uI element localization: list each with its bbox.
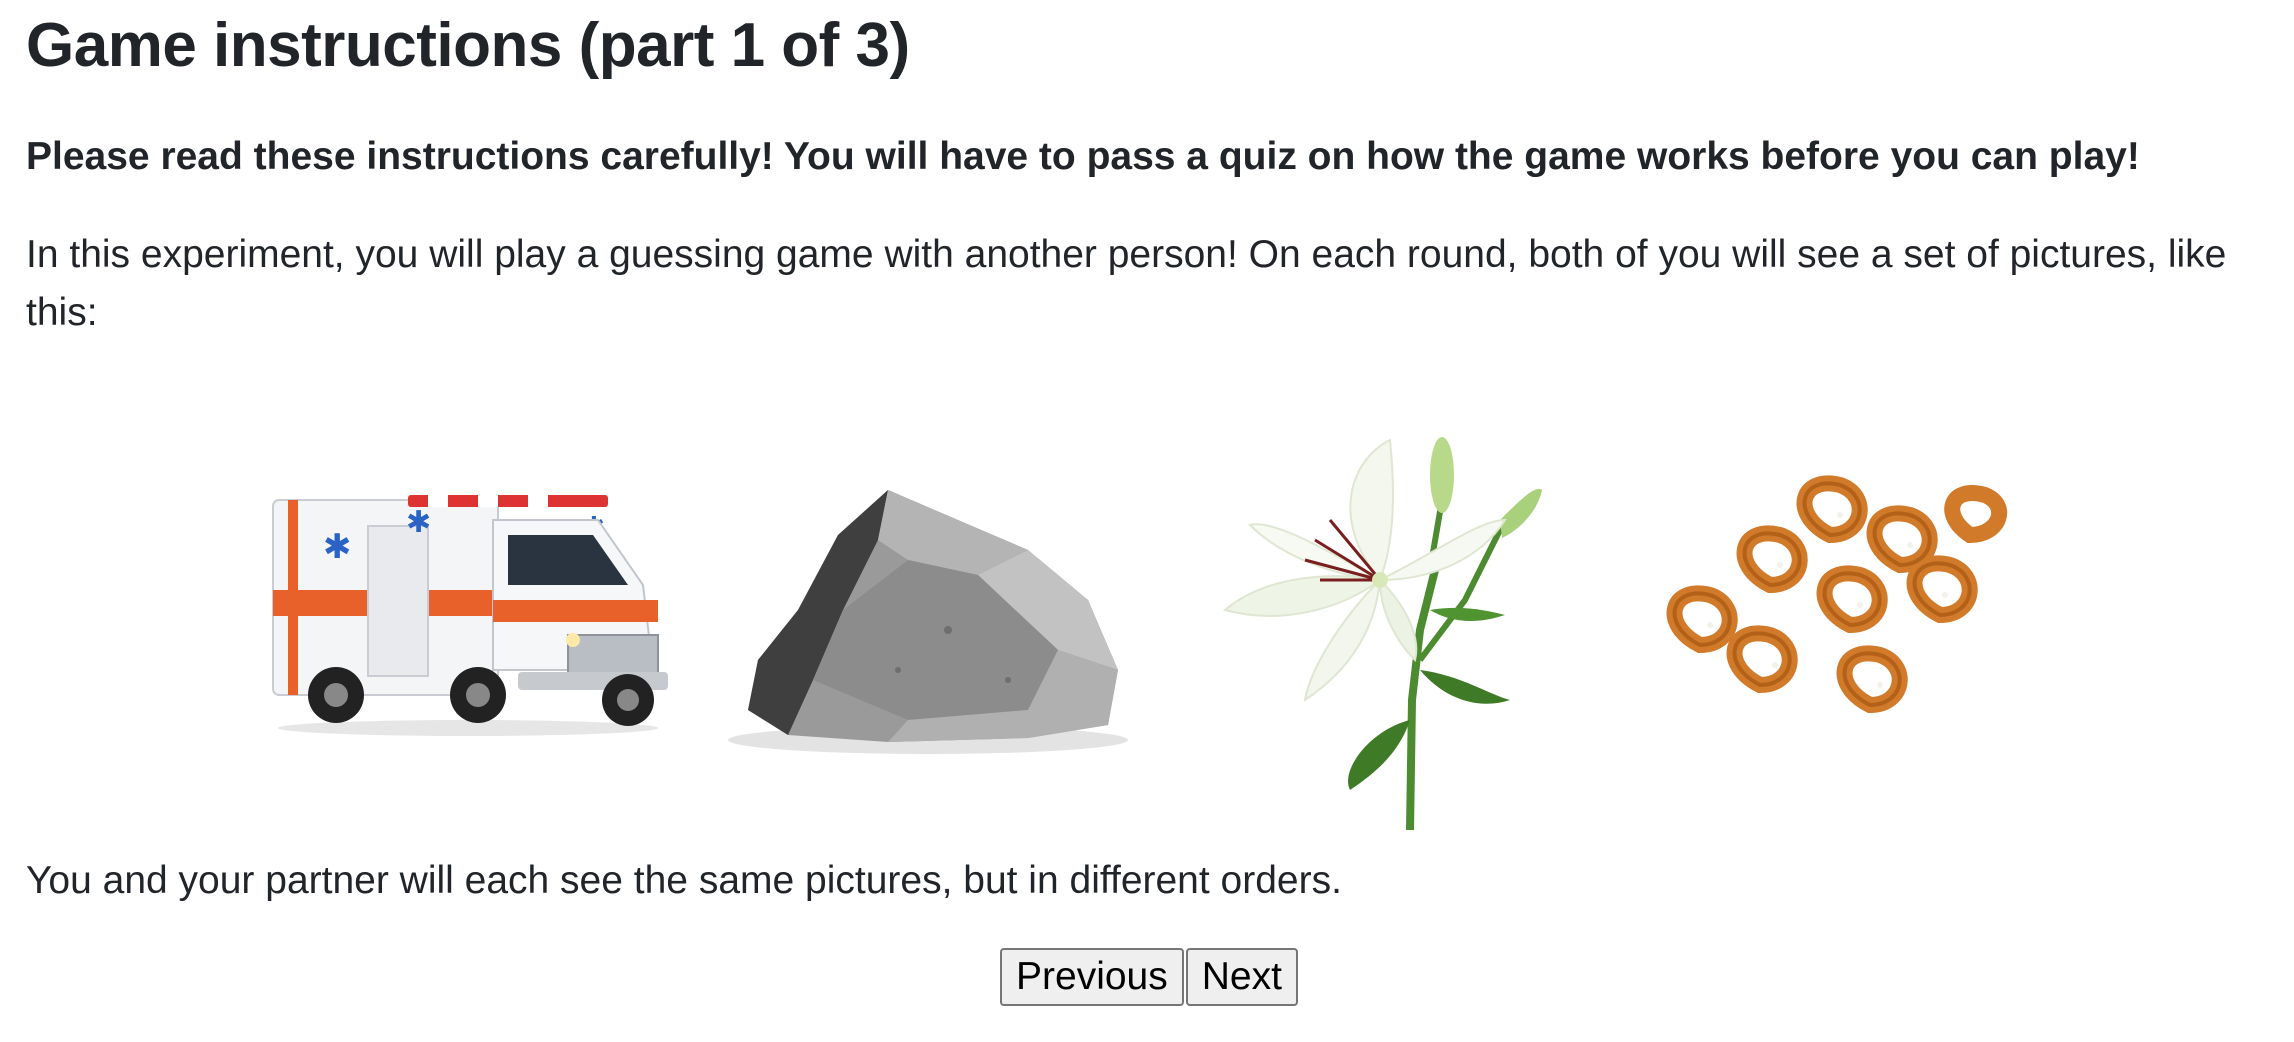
svg-text:✱: ✱ (406, 505, 431, 540)
warning-text: Please read these instructions carefully… (26, 135, 2140, 178)
instructions-page: Game instructions (part 1 of 3) Please r… (0, 0, 2294, 1042)
next-button[interactable]: Next (1185, 948, 1298, 1006)
navigation-buttons: Previous Next (1000, 948, 1298, 1006)
pretzels-picture (1666, 475, 2008, 714)
page-title: Game instructions (part 1 of 3) (26, 11, 910, 80)
svg-text:✱: ✱ (323, 527, 352, 567)
intro-text: In this experiment, you will play a gues… (26, 233, 2227, 334)
note-text: You and your partner will each see the s… (26, 859, 1342, 902)
picture-set: ✱ ✱ ✱ (0, 420, 2294, 830)
ambulance-picture: ✱ ✱ ✱ (272, 495, 668, 736)
lily-flower-picture (1222, 437, 1542, 830)
previous-button[interactable]: Previous (1000, 948, 1184, 1006)
rock-picture (728, 490, 1128, 754)
